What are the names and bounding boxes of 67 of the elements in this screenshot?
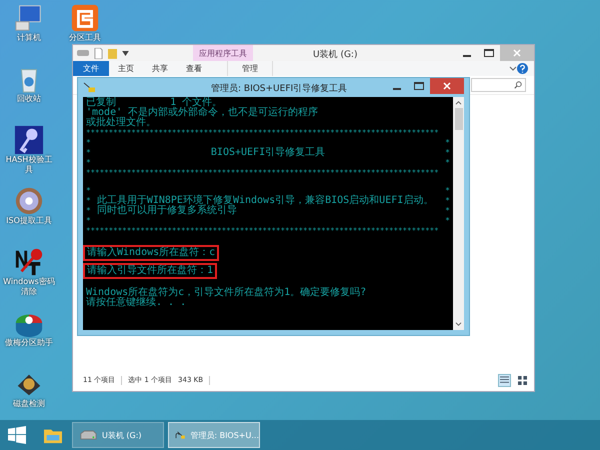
border-asterisk: * (86, 158, 91, 168)
desktop-icon-label[interactable]: 计算机 (17, 33, 41, 43)
console-line: 同时也可以用于修复多系统引导 (96, 206, 238, 216)
contextual-tab-group: 应用程序工具 (193, 45, 253, 61)
broom-icon (83, 82, 96, 93)
document-icon[interactable] (94, 48, 103, 58)
partition-tool-icon[interactable] (70, 3, 100, 33)
console-line: 或批处理文件。 (86, 118, 157, 128)
close-icon (513, 49, 521, 57)
key-icon[interactable] (14, 125, 44, 155)
border-asterisk: * (86, 186, 91, 196)
search-field[interactable] (471, 78, 526, 92)
maximize-icon (414, 82, 424, 90)
key-icon[interactable] (14, 247, 44, 277)
desktop-icon-label[interactable]: 分区工具 (69, 33, 101, 43)
desktop-icon-label[interactable]: HASH校验工具 (2, 155, 56, 175)
search-icon (514, 81, 522, 89)
taskbar-button[interactable]: U装机 (G:) (72, 422, 164, 448)
border-asterisk: * (445, 148, 450, 158)
dropdown-icon[interactable] (122, 50, 129, 56)
desktop-icon-label[interactable]: 回收站 (17, 94, 41, 104)
ribbon-tab[interactable]: 主页 (109, 61, 143, 76)
desktop-icon-label[interactable]: ISO提取工具 (6, 216, 52, 226)
grid-icon (518, 376, 527, 384)
console-line: 'mode' 不是内部或外部命令，也不是可运行的程序 (86, 108, 320, 118)
taskbar-button[interactable]: 管理员: BIOS+U... (168, 422, 260, 448)
disc-icon[interactable] (14, 186, 44, 216)
ribbon-tab[interactable]: 管理 (227, 61, 273, 76)
border-asterisk: * (86, 148, 91, 158)
border-asterisk: * (86, 196, 91, 206)
chevron-icon[interactable] (509, 66, 517, 72)
border-asterisk: * (445, 206, 450, 216)
tiles-view-button[interactable] (517, 374, 528, 386)
drive-icon (79, 430, 97, 440)
console-line: 请按任意键继续. . . (86, 298, 188, 308)
maximize-icon (484, 49, 494, 57)
scrollbar[interactable] (453, 97, 464, 330)
border-asterisk: * (445, 216, 450, 226)
windows-logo-icon (8, 426, 26, 444)
console-heading: BIOS+UEFI引导修复工具 (210, 148, 326, 158)
border-asterisk: * (445, 138, 450, 148)
border-asterisk: * (445, 186, 450, 196)
border-asterisk: * (445, 158, 450, 168)
ribbon-tab[interactable]: 共享 (143, 61, 177, 76)
window-title: U装机 (G:) (313, 48, 358, 61)
scroll-up-icon[interactable] (455, 100, 462, 105)
window-title: 管理员: BIOS+UEFI引导修复工具 (211, 82, 348, 95)
border-asterisk: * (86, 206, 91, 216)
desktop-icon-label[interactable]: 傲梅分区助手 (5, 338, 53, 348)
border-asterisk: * (86, 138, 91, 148)
desktop-icon-label[interactable]: Windows密码清除 (2, 277, 56, 297)
console-line: Windows所在盘符为c，引导文件所在盘符为1。确定要修复吗? (86, 288, 368, 298)
close-icon (443, 82, 451, 90)
ribbon-tab[interactable]: 文件 (73, 61, 109, 76)
scrollbar-thumb[interactable] (454, 108, 462, 130)
highlighted-prompt: 请输入Windows所在盘符：c (83, 245, 220, 261)
scroll-down-icon[interactable] (455, 322, 462, 327)
help-icon[interactable] (517, 63, 528, 74)
border-asterisk: * (445, 196, 450, 206)
desktop-icon-label[interactable]: 磁盘检测 (13, 399, 45, 409)
highlighted-prompt: 请输入引导文件所在盘符：1 (83, 263, 218, 279)
console-line: 此工具用于WIN8PE环境下修复Windows引导，兼容BIOS启动和UEFI启动。 (96, 196, 434, 206)
border-asterisk: * (86, 216, 91, 226)
list-icon (500, 376, 509, 384)
ribbon-tab[interactable]: 查看 (177, 61, 211, 76)
close-button[interactable] (430, 78, 464, 94)
details-view-button[interactable] (498, 374, 511, 386)
